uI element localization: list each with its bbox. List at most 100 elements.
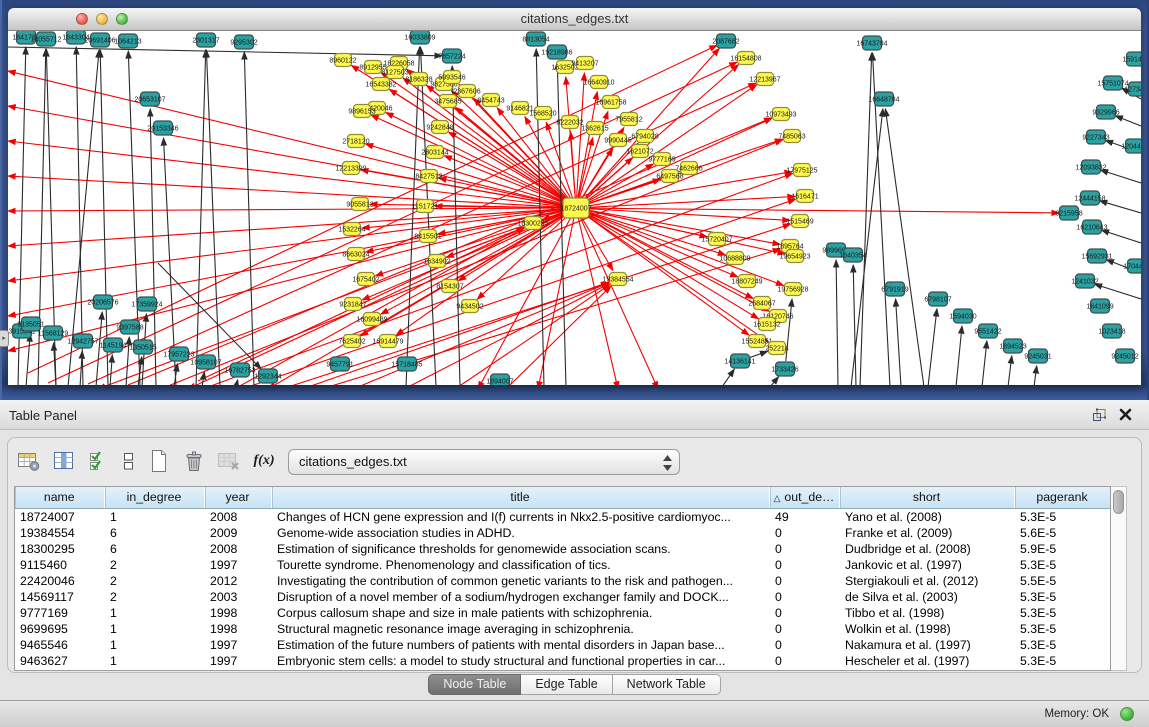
table-row[interactable]: 977716911998Corpus callosum shape and si… <box>15 605 1110 621</box>
network-node[interactable]: 12444158 <box>1074 191 1105 205</box>
cell-year[interactable]: 1998 <box>204 621 271 637</box>
cell-title[interactable]: Corpus callosum shape and size in male p… <box>271 605 769 621</box>
network-node[interactable]: 18724007 <box>560 198 591 218</box>
network-node[interactable]: 8215958 <box>1055 206 1082 220</box>
cell-short[interactable]: Dudbridge et al. (2008) <box>839 541 1014 557</box>
network-node[interactable]: 252214 <box>765 342 788 355</box>
cell-pagerank[interactable]: 5.5E-5 <box>1014 573 1110 589</box>
delete-entries-icon[interactable] <box>181 447 207 475</box>
cell-short[interactable]: Nakamura et al. (1997) <box>839 637 1014 653</box>
network-node[interactable]: 1616471 <box>791 190 818 203</box>
table-row[interactable]: 969969511998Structural magnetic resonanc… <box>15 621 1110 637</box>
cell-in_degree[interactable]: 6 <box>104 541 204 557</box>
cell-in_degree[interactable]: 2 <box>104 557 204 573</box>
network-node[interactable]: 9329966 <box>1092 105 1119 119</box>
column-header-name[interactable]: name <box>15 487 104 508</box>
cell-pagerank[interactable]: 5.3E-5 <box>1014 621 1110 637</box>
column-header-title[interactable]: title <box>271 487 769 508</box>
network-node[interactable]: 7485063 <box>778 130 805 143</box>
cell-out_de[interactable]: 0 <box>769 653 839 669</box>
network-node[interactable]: 20653107 <box>134 92 165 106</box>
cell-title[interactable]: Estimation of significance thresholds fo… <box>271 541 769 557</box>
cell-title[interactable]: Tourette syndrome. Phenomenology and cla… <box>271 557 769 573</box>
cell-name[interactable]: 18724007 <box>15 508 104 525</box>
network-node[interactable]: 16961758 <box>595 96 626 109</box>
network-node[interactable]: 12093832 <box>1075 160 1106 174</box>
table-settings-icon[interactable] <box>16 447 42 475</box>
cell-out_de[interactable]: 0 <box>769 525 839 541</box>
cell-year[interactable]: 2003 <box>204 589 271 605</box>
cell-name[interactable]: 9465546 <box>15 637 104 653</box>
network-node[interactable]: 9135051 <box>17 317 44 331</box>
cell-pagerank[interactable]: 5.3E-5 <box>1014 589 1110 605</box>
cell-year[interactable]: 1997 <box>204 637 271 653</box>
network-node[interactable]: 1594030 <box>949 309 976 323</box>
cell-name[interactable]: 9463627 <box>15 653 104 669</box>
cell-name[interactable]: 14569117 <box>15 589 104 605</box>
network-node[interactable]: 1641099 <box>1086 299 1113 313</box>
cell-out_de[interactable]: 0 <box>769 605 839 621</box>
network-window-titlebar[interactable]: citations_edges.txt <box>8 8 1141 31</box>
network-node[interactable]: 2301317 <box>192 33 219 47</box>
cell-out_de[interactable]: 0 <box>769 589 839 605</box>
network-node[interactable]: 9227343 <box>1082 130 1109 144</box>
cell-title[interactable]: Embryonic stem cells: a model to study s… <box>271 653 769 669</box>
table-scrollbar[interactable] <box>1111 486 1127 671</box>
cell-short[interactable]: Jankovic et al. (1997) <box>839 557 1014 573</box>
cell-name[interactable]: 9699695 <box>15 621 104 637</box>
network-node[interactable]: 9990445 <box>604 134 631 147</box>
table-row[interactable]: 946554611997Estimation of the future num… <box>15 637 1110 653</box>
close-panel-icon[interactable] <box>1119 408 1133 422</box>
cell-out_de[interactable]: 0 <box>769 557 839 573</box>
cell-in_degree[interactable]: 6 <box>104 525 204 541</box>
cell-name[interactable]: 18300295 <box>15 541 104 557</box>
network-node[interactable]: 2087682 <box>712 34 739 48</box>
network-node[interactable]: 12213399 <box>335 162 366 175</box>
network-node[interactable]: 1145194 <box>100 338 127 352</box>
cell-out_de[interactable]: 49 <box>769 508 839 525</box>
cell-short[interactable]: Yano et al. (2008) <box>839 508 1014 525</box>
network-node[interactable]: 9242848 <box>426 121 453 134</box>
close-window-button[interactable] <box>76 13 88 25</box>
maximize-window-button[interactable] <box>116 13 128 25</box>
table-row[interactable]: 1872400712008Changes of HCN gene express… <box>15 508 1110 525</box>
tab-edge-table[interactable]: Edge Table <box>521 674 612 695</box>
function-builder-icon[interactable]: f(x) <box>251 447 277 475</box>
cell-title[interactable]: Investigating the contribution of common… <box>271 573 769 589</box>
column-header-pagerank[interactable]: pagerank <box>1014 487 1110 508</box>
cell-pagerank[interactable]: 5.3E-5 <box>1014 637 1110 653</box>
cell-year[interactable]: 1997 <box>204 653 271 669</box>
network-node[interactable]: 1515469 <box>786 215 813 228</box>
network-node[interactable]: 1704418 <box>1123 259 1141 273</box>
network-node[interactable]: 16648784 <box>868 92 899 106</box>
table-scrollbar-thumb[interactable] <box>1113 490 1124 514</box>
cell-in_degree[interactable]: 2 <box>104 573 204 589</box>
cell-title[interactable]: Structural magnetic resonance image aver… <box>271 621 769 637</box>
cell-pagerank[interactable]: 5.9E-5 <box>1014 541 1110 557</box>
cell-year[interactable]: 2008 <box>204 541 271 557</box>
table-source-select[interactable]: citations_edges.txt <box>288 449 680 475</box>
cell-short[interactable]: Tibbo et al. (1998) <box>839 605 1014 621</box>
network-node[interactable]: 19218986 <box>541 45 572 59</box>
network-node[interactable]: 8222032 <box>556 116 583 129</box>
network-node[interactable]: 6798107 <box>924 292 951 306</box>
network-node[interactable]: 7955812 <box>615 113 642 126</box>
network-node[interactable]: 8454743 <box>477 94 504 107</box>
column-header-short[interactable]: short <box>839 487 1014 508</box>
table-row[interactable]: 911546021997Tourette syndrome. Phenomeno… <box>15 557 1110 573</box>
network-node[interactable]: 1350515 <box>129 340 156 354</box>
network-node[interactable]: 16543382 <box>365 78 396 91</box>
table-row[interactable]: 1830029562008Estimation of significance … <box>15 541 1110 557</box>
cell-name[interactable]: 9115460 <box>15 557 104 573</box>
network-node[interactable]: 9551422 <box>974 324 1001 338</box>
network-node[interactable]: 1894007 <box>486 374 513 385</box>
cell-title[interactable]: Genome-wide association studies in ADHD. <box>271 525 769 541</box>
column-header-year[interactable]: year <box>204 487 271 508</box>
table-row[interactable]: 1938455462009Genome-wide association stu… <box>15 525 1110 541</box>
table-row[interactable]: 2242004622012Investigating the contribut… <box>15 573 1110 589</box>
cell-in_degree[interactable]: 2 <box>104 589 204 605</box>
network-node[interactable]: 16033809 <box>404 31 435 44</box>
collapsed-panel-tab[interactable]: ▸ <box>0 330 9 347</box>
cell-in_degree[interactable]: 1 <box>104 621 204 637</box>
network-node[interactable]: 1023418 <box>1098 324 1125 338</box>
